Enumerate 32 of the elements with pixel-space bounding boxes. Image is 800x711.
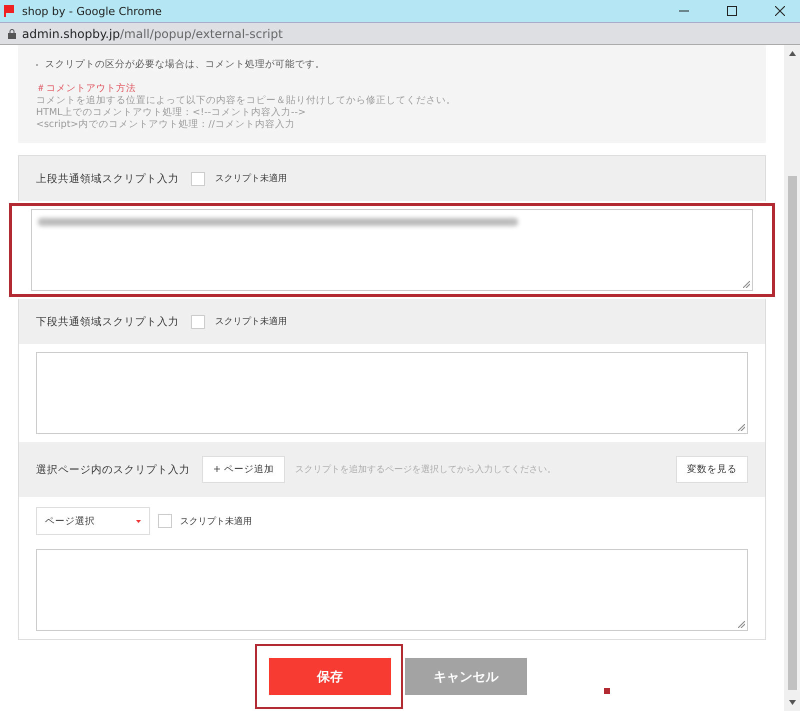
- checkbox-label: スクリプト未適用: [215, 315, 287, 328]
- checkbox-label: スクリプト未適用: [215, 172, 287, 185]
- resize-grip-icon[interactable]: [743, 281, 750, 288]
- note-text: HTML上でのコメントアウト処理：<!--コメント内容入力-->: [36, 107, 307, 119]
- view-variables-button[interactable]: 変数を見る: [676, 456, 748, 483]
- checkbox[interactable]: [191, 314, 205, 328]
- note-text: <script>内でのコメントアウト処理：//コメント内容入力: [36, 119, 296, 131]
- note-heading: ＃コメントアウト方法: [36, 83, 137, 95]
- checkbox-label: スクリプト未適用: [180, 515, 252, 528]
- add-page-button[interactable]: + ページ追加: [202, 456, 285, 483]
- checkbox[interactable]: [158, 514, 172, 528]
- page-select[interactable]: ページ選択: [36, 507, 150, 535]
- save-button[interactable]: 保存: [269, 658, 391, 695]
- section-label: 選択ページ内のスクリプト入力: [36, 462, 190, 476]
- lock-icon: [8, 28, 16, 38]
- app-icon: [4, 5, 14, 17]
- note-text: コメントを追加する位置によって以下の内容をコピー＆貼り付けしてから修正してください。: [36, 95, 457, 107]
- scroll-up-icon[interactable]: [788, 51, 796, 56]
- section-label: 上段共通領域スクリプト入力: [36, 172, 179, 186]
- scroll-down-icon[interactable]: [788, 700, 796, 705]
- resize-grip-icon[interactable]: [738, 424, 745, 431]
- url-text: admin.shopby.jp/mall/popup/external-script: [22, 26, 283, 40]
- resize-grip-icon[interactable]: [738, 621, 745, 628]
- scrollbar-thumb[interactable]: [788, 176, 796, 690]
- marker-icon: [604, 688, 610, 694]
- caret-icon: [136, 520, 141, 522]
- note-text: スクリプトの区分が必要な場合は、コメント処理が可能です。: [45, 59, 325, 71]
- script-textarea[interactable]: [31, 209, 753, 291]
- hint-text: スクリプトを追加するページを選択してから入力してください。: [294, 463, 557, 476]
- checkbox[interactable]: [191, 172, 205, 186]
- section-label: 下段共通領域スクリプト入力: [36, 314, 179, 328]
- window-title: shop by - Google Chrome: [22, 4, 163, 18]
